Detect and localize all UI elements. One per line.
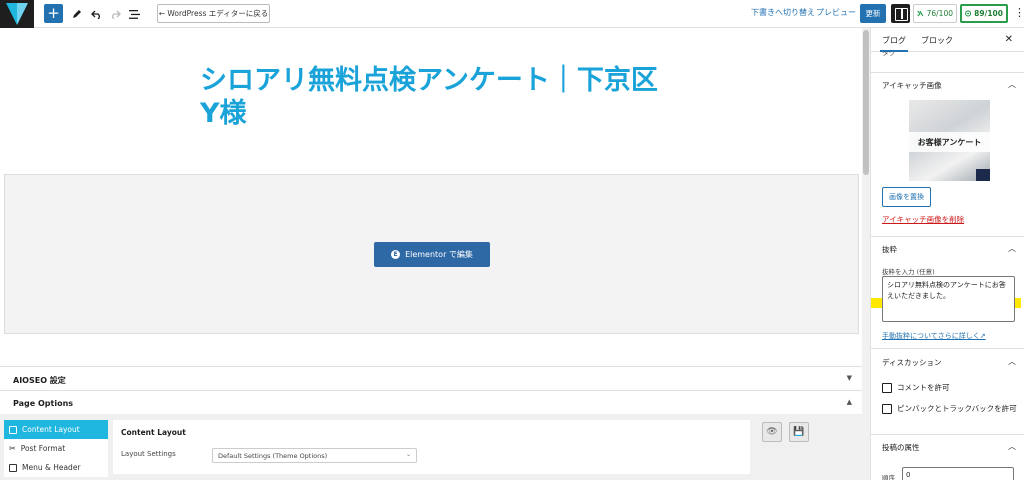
editor-app: + ← WordPress エディターに戻る 下書きへ切り替え プレビュー 更新… — [0, 0, 1024, 480]
eye-icon: 👁 — [766, 427, 778, 437]
menu-header-icon — [9, 463, 17, 472]
aioseo-icon — [917, 10, 924, 17]
aioseo-label: AIOSEO 設定 — [13, 376, 66, 385]
tools-button[interactable] — [70, 4, 84, 24]
excerpt-textarea[interactable]: シロアリ無料点検のアンケートにお答えいただきました。 — [882, 276, 1015, 322]
visibility-button[interactable]: 👁 — [762, 422, 782, 442]
post-title[interactable]: シロアリ無料点検アンケート｜下京区Y様 — [200, 64, 670, 130]
pencil-icon — [73, 10, 81, 18]
excerpt-input-label: 抜粋を入力 (任意) — [882, 268, 935, 276]
sidebar-tabs: ブログ ブロック ✕ — [871, 28, 1024, 52]
caret-down-icon: ▼ — [846, 374, 852, 382]
allow-comments-row: コメントを許可 — [882, 382, 1022, 394]
page-options-body: Content Layout ✂ Post Format Menu & Head… — [0, 414, 862, 480]
floppy-icon: 💾 — [793, 427, 805, 437]
allow-pingbacks-row: ピンバックとトラックバックを許可 — [882, 403, 1022, 415]
tab-content-layout[interactable]: Content Layout — [4, 420, 108, 439]
tags-panel-cut: タグ — [882, 52, 896, 57]
list-view-icon — [128, 9, 140, 19]
layout-icon — [9, 425, 17, 434]
list-view-button[interactable] — [127, 4, 141, 24]
seo-score-text: 76/100 — [926, 9, 953, 18]
canvas-scrollbar[interactable] — [862, 28, 870, 480]
content-layout-heading: Content Layout — [121, 428, 186, 437]
content-layout-panel: Content Layout Layout Settings Default S… — [113, 420, 750, 474]
layout-settings-label: Layout Settings — [121, 450, 176, 458]
content-score-text: 89/100 — [974, 9, 1003, 18]
caret-up-icon: ▲ — [846, 398, 852, 406]
featured-image-caption: お客様アンケート — [909, 132, 990, 152]
order-label: 順序 — [882, 474, 895, 480]
settings-panel-toggle[interactable] — [891, 4, 910, 23]
chevron-down-icon: ⌄ — [405, 451, 411, 458]
back-to-wp-editor-button[interactable]: ← WordPress エディターに戻る — [157, 4, 270, 23]
featured-image-heading[interactable]: アイキャッチ画像 — [882, 80, 942, 91]
close-icon[interactable]: ✕ — [1005, 34, 1013, 45]
elementor-button-label: Elementor で編集 — [405, 250, 473, 259]
divider — [871, 72, 1024, 73]
logo-icon — [6, 3, 28, 25]
redo-button[interactable] — [108, 4, 122, 24]
divider — [871, 348, 1024, 349]
remove-featured-image-link[interactable]: アイキャッチ画像を削除 — [882, 214, 964, 225]
elementor-placeholder: E Elementor で編集 — [4, 174, 859, 334]
switch-to-draft-link[interactable]: 下書きへ切り替え — [751, 7, 815, 18]
replace-image-button[interactable]: 画像を置換 — [882, 187, 931, 207]
redo-icon — [111, 10, 121, 19]
update-button[interactable]: 更新 — [860, 4, 886, 23]
chevron-up-icon[interactable]: ︿ — [1008, 79, 1016, 90]
preview-link[interactable]: プレビュー — [816, 7, 856, 18]
discussion-heading[interactable]: ディスカッション — [882, 357, 941, 368]
featured-image-thumbnail[interactable]: お客様アンケート — [909, 100, 990, 181]
content-score-button[interactable]: 89/100 — [960, 4, 1008, 23]
post-format-icon: ✂ — [9, 444, 16, 453]
top-toolbar: + ← WordPress エディターに戻る 下書きへ切り替え プレビュー 更新… — [0, 0, 1024, 28]
tab-block[interactable]: ブロック — [921, 35, 953, 46]
undo-button[interactable] — [89, 4, 103, 24]
tab-menu-header[interactable]: Menu & Header — [4, 458, 108, 477]
allow-pingbacks-checkbox[interactable] — [882, 404, 892, 414]
page-options-panel-header[interactable]: Page Options ▲ — [0, 390, 862, 414]
aioseo-settings-panel-header[interactable]: AIOSEO 設定 ▼ — [0, 366, 862, 390]
order-input[interactable]: 0 — [902, 467, 1014, 480]
excerpt-heading[interactable]: 抜粋 — [882, 244, 897, 255]
save-layout-button[interactable]: 💾 — [789, 422, 809, 442]
divider — [871, 236, 1024, 237]
score-ring-icon — [965, 10, 972, 17]
site-logo[interactable] — [0, 0, 34, 28]
tab-post[interactable]: ブログ — [880, 35, 908, 52]
more-options-icon[interactable]: ⋮ — [1014, 7, 1024, 18]
post-attributes-heading[interactable]: 投稿の属性 — [882, 442, 920, 453]
edit-with-elementor-button[interactable]: E Elementor で編集 — [374, 242, 490, 267]
divider — [871, 434, 1024, 435]
allow-comments-label[interactable]: コメントを許可 — [897, 382, 950, 394]
editor-canvas: シロアリ無料点検アンケート｜下京区Y様 E Elementor で編集 AIOS… — [0, 28, 862, 480]
add-block-button[interactable]: + — [44, 4, 63, 23]
settings-sidebar: ブログ ブロック ✕ タグ アイキャッチ画像 ︿ お客様アンケート 画像を置換 … — [870, 28, 1024, 480]
page-options-label: Page Options — [13, 399, 74, 408]
page-options-tabs: Content Layout ✂ Post Format Menu & Head… — [4, 420, 108, 477]
allow-pingbacks-label[interactable]: ピンバックとトラックバックを許可 — [897, 403, 1017, 415]
undo-icon — [90, 10, 100, 19]
excerpt-help-link[interactable]: 手動抜粋についてさらに詳しく↗ — [882, 331, 986, 341]
logo-mark — [976, 169, 990, 181]
scrollbar-thumb[interactable] — [863, 30, 869, 175]
aioseo-score-button[interactable]: 76/100 — [913, 4, 957, 23]
layout-settings-select[interactable]: Default Settings (Theme Options) ⌄ — [212, 448, 417, 463]
elementor-icon: E — [391, 250, 401, 259]
tab-post-format[interactable]: ✂ Post Format — [4, 439, 108, 458]
chevron-up-icon[interactable]: ︿ — [1008, 441, 1016, 452]
allow-comments-checkbox[interactable] — [882, 383, 892, 393]
chevron-up-icon[interactable]: ︿ — [1008, 356, 1016, 367]
plus-icon: + — [47, 4, 60, 22]
chevron-up-icon[interactable]: ︿ — [1008, 243, 1016, 254]
